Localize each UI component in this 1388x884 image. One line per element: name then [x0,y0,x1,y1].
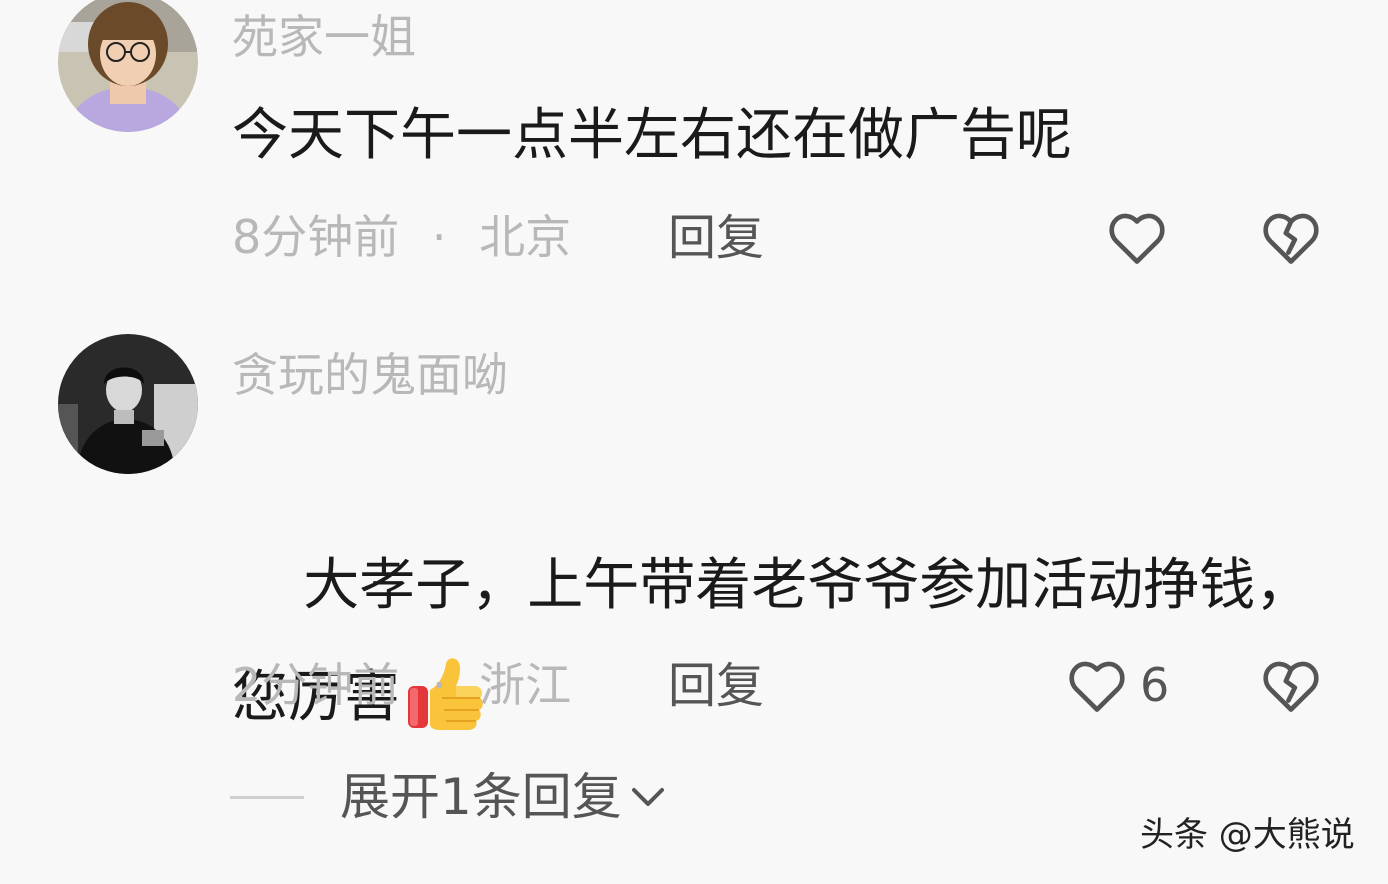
comment-item: 苑家一姐 今天下午一点半左右还在做广告呢 8分钟前 · 北京 回复 [0,0,1388,300]
expand-replies-button[interactable]: 展开1条回复 [230,772,668,822]
broken-heart-icon [1263,661,1319,712]
username[interactable]: 贪玩的鬼面呦 [232,352,508,398]
divider-line [230,795,304,799]
dislike-button[interactable] [1260,656,1322,718]
comment-meta: 2分钟前 · 浙江 [232,662,571,708]
username[interactable]: 苑家一姐 [232,14,416,60]
avatar[interactable] [58,334,198,474]
reply-button[interactable]: 回复 [668,214,764,262]
comment-time: 2分钟前 [232,658,400,712]
meta-separator: · [431,658,447,712]
comment-item: 贪玩的鬼面呦 大孝子，上午带着老爷爷参加活动挣钱，您厉害 2分钟前 · 浙江 回… [0,330,1388,730]
chevron-down-icon [631,788,664,806]
comment-location: 浙江 [479,658,572,712]
heart-outline-icon [1069,661,1125,712]
like-count: 6 [1140,658,1170,712]
like-button[interactable] [1106,208,1180,266]
watermark: 头条 @大熊说 [1140,815,1355,855]
like-button[interactable]: 6 [1066,656,1169,714]
expand-replies-label: 展开1条回复 [340,768,622,826]
comment-time: 8分钟前 [232,210,400,264]
broken-heart-icon [1263,213,1319,264]
comment-location: 北京 [479,210,572,264]
meta-separator: · [431,210,447,264]
comment-text: 今天下午一点半左右还在做广告呢 [232,103,1072,168]
dislike-button[interactable] [1260,208,1322,270]
reply-button[interactable]: 回复 [668,662,764,710]
heart-outline-icon [1109,213,1165,264]
avatar[interactable] [58,0,198,132]
comment-meta: 8分钟前 · 北京 [232,214,571,260]
